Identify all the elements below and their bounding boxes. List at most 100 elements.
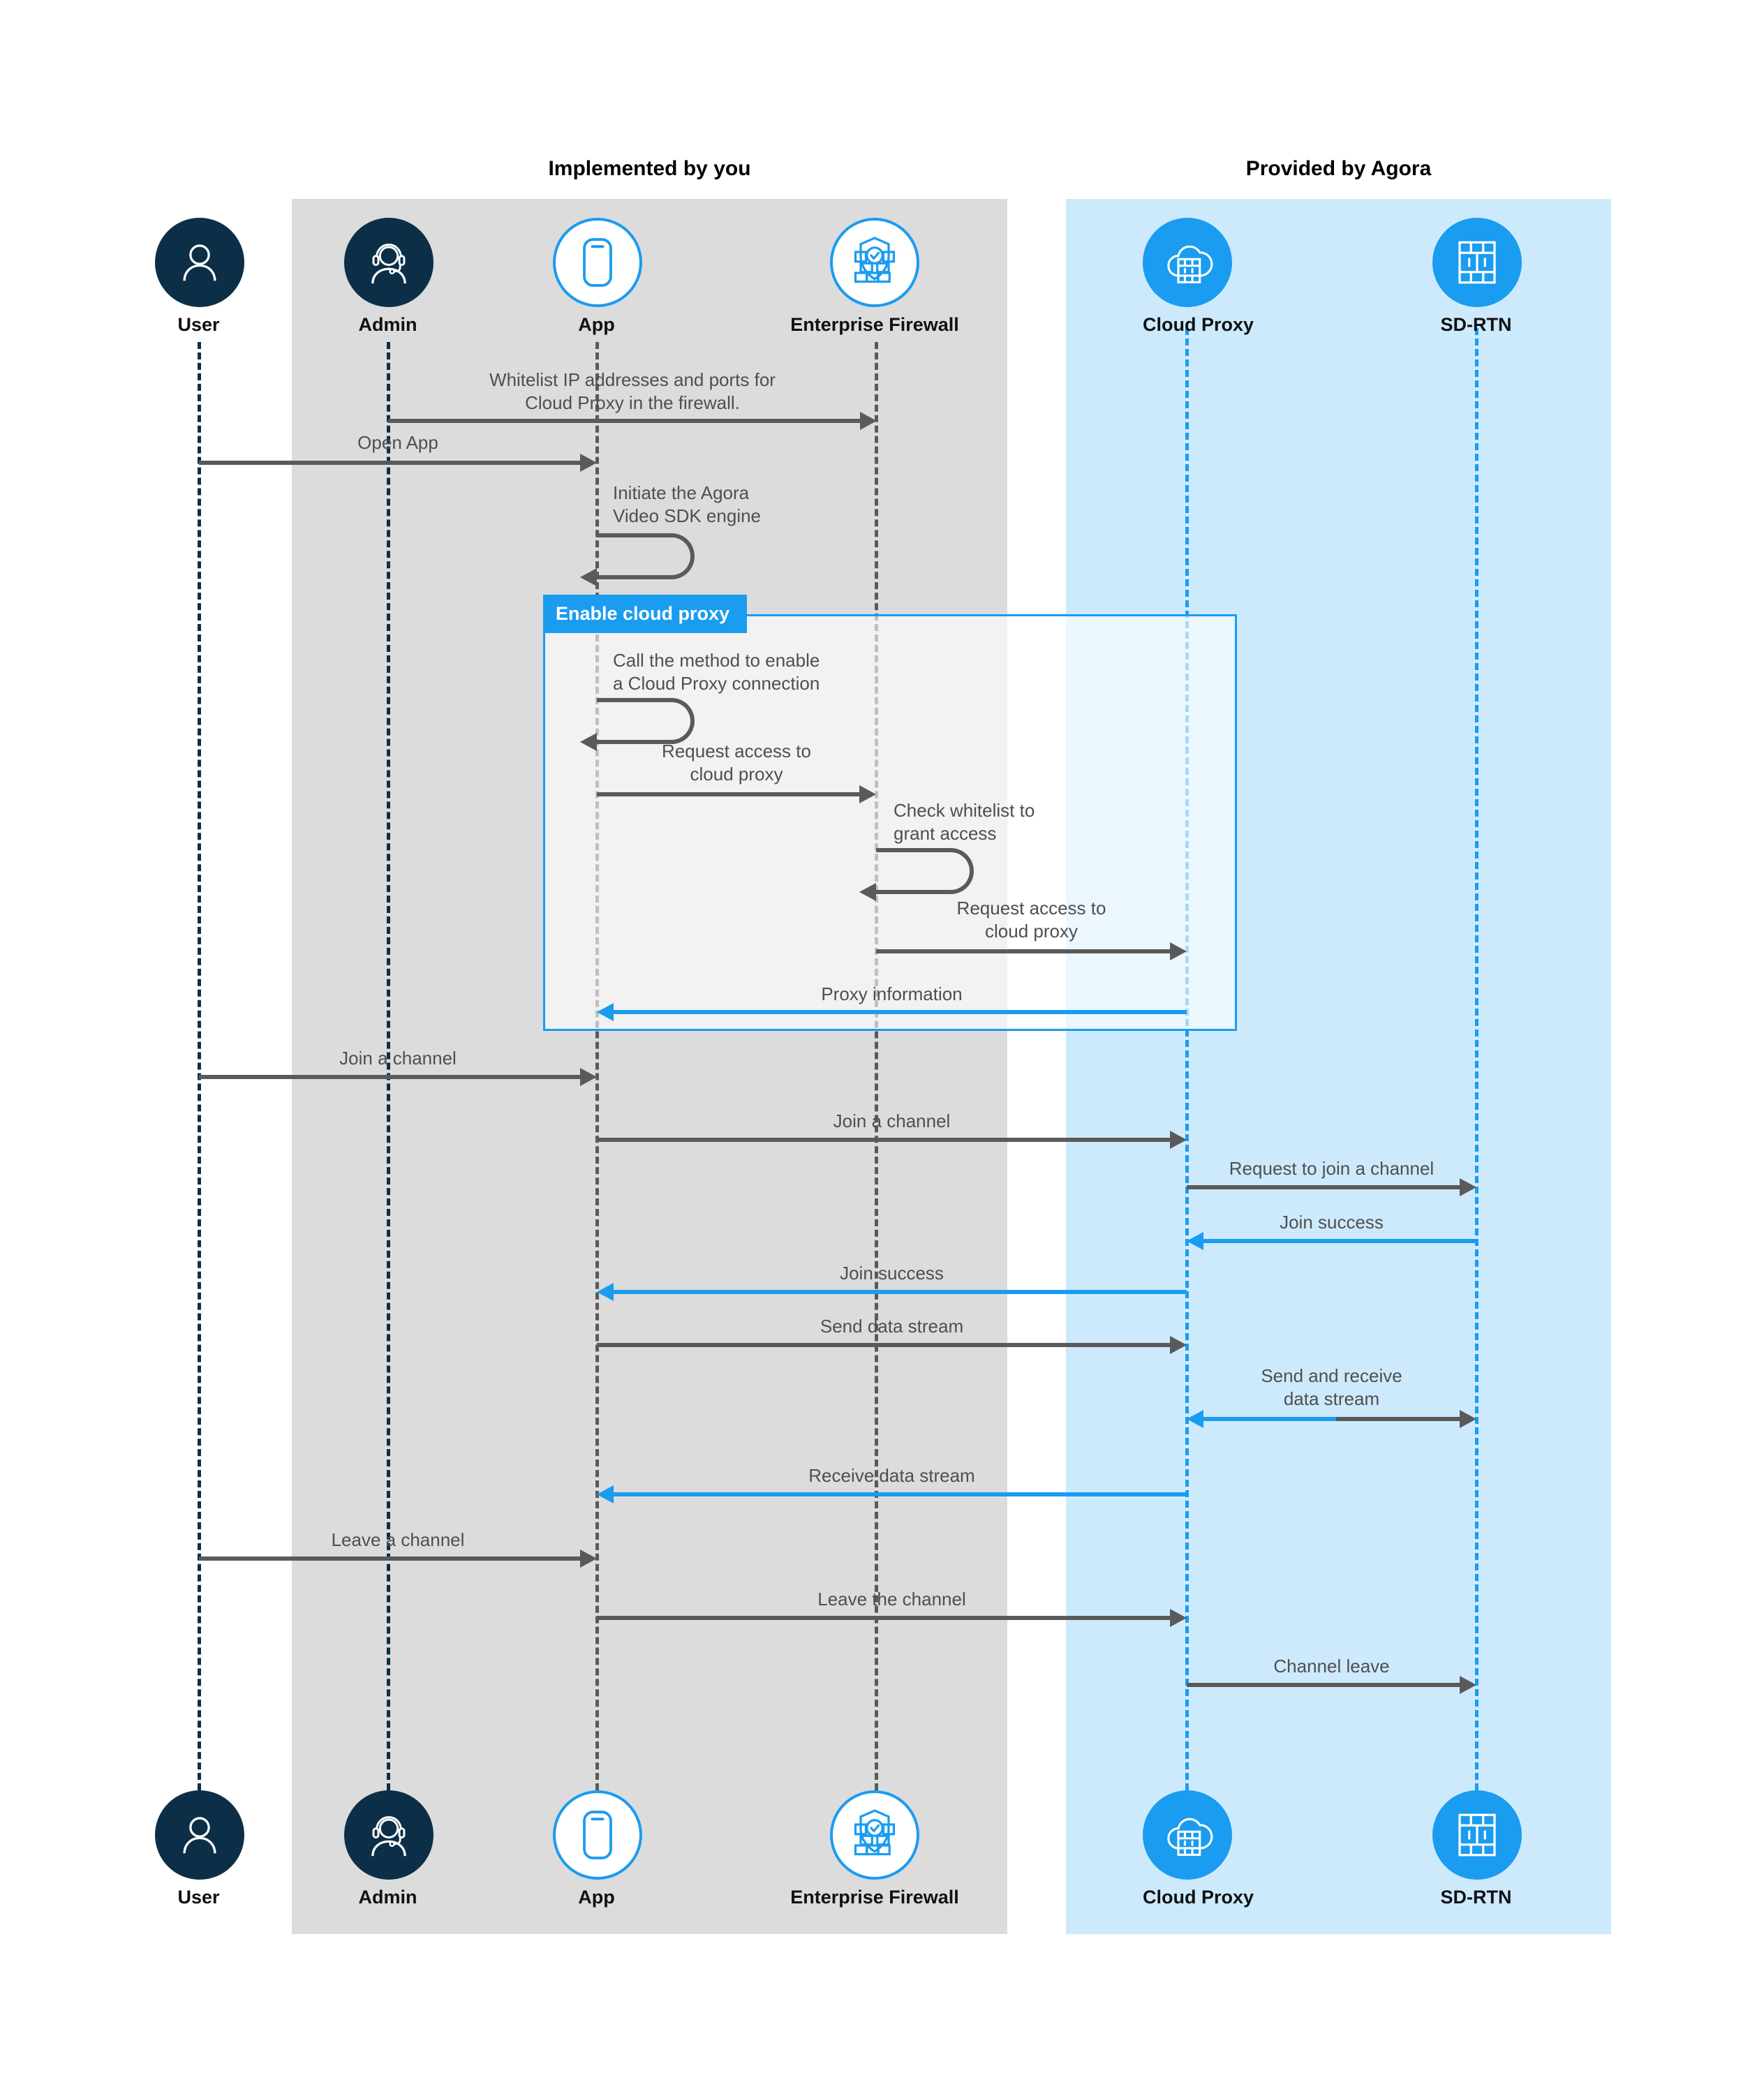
firewall-shield-icon xyxy=(830,218,919,307)
arrowhead-right-icon xyxy=(859,785,876,803)
message-label-m17: Leave a channel xyxy=(331,1529,465,1550)
firewall-shield-icon xyxy=(830,1790,919,1880)
message-label-m18: Leave the channel xyxy=(817,1589,966,1610)
arrowhead-left-icon xyxy=(597,1003,614,1021)
mobile-phone-icon xyxy=(553,218,642,307)
self-line-cap xyxy=(949,848,974,894)
lifeline-firewall xyxy=(875,342,878,1790)
arrowhead-right-icon xyxy=(1170,942,1187,960)
actor-label-admin-bottom: Admin xyxy=(358,1887,417,1908)
arrowhead-right-icon xyxy=(580,1550,597,1568)
message-label-m12: Join success xyxy=(1280,1212,1384,1233)
actor-proxy-top: Cloud Proxy xyxy=(1143,218,1254,336)
message-label-m15: Send and receive data stream xyxy=(1261,1365,1402,1410)
arrowhead-left-icon xyxy=(597,1283,614,1301)
arrowhead-right-icon xyxy=(580,1068,597,1086)
message-line xyxy=(614,1492,1187,1496)
self-line-cap xyxy=(669,533,695,579)
message-line xyxy=(199,1075,580,1079)
admin-headset-icon xyxy=(344,218,433,307)
arrowhead-right-icon xyxy=(1170,1336,1187,1354)
actor-label-app-top: App xyxy=(578,314,615,335)
actor-app-bottom: App xyxy=(553,1790,642,1908)
group-caption-implemented: Implemented by you xyxy=(548,157,751,180)
self-line-top xyxy=(876,848,953,852)
message-label-m9: Join a channel xyxy=(339,1048,457,1069)
message-label-m19: Channel leave xyxy=(1273,1656,1390,1677)
message-line xyxy=(614,1290,1187,1294)
message-line xyxy=(614,1010,1187,1014)
actor-label-sdrtn-bottom: SD-RTN xyxy=(1440,1887,1512,1908)
arrowhead-left-icon xyxy=(1187,1410,1203,1428)
lifeline-proxy xyxy=(1185,328,1189,1790)
message-line xyxy=(597,1138,1170,1142)
actor-proxy-bottom: Cloud Proxy xyxy=(1143,1790,1254,1908)
cloud-server-icon xyxy=(1143,1790,1232,1880)
mobile-phone-icon xyxy=(553,1790,642,1880)
message-label-m6: Check whitelist to grant access xyxy=(894,800,1035,845)
message-line xyxy=(597,1616,1170,1620)
arrowhead-left-icon xyxy=(859,883,876,901)
actor-label-admin-top: Admin xyxy=(358,314,417,335)
message-label-m10: Join a channel xyxy=(833,1110,951,1131)
message-label-m3: Initiate the Agora Video SDK engine xyxy=(613,482,762,527)
self-line-top xyxy=(597,698,674,702)
actor-user-bottom: User xyxy=(155,1790,244,1908)
actor-user-top: User xyxy=(155,218,244,336)
message-line xyxy=(1187,1185,1460,1189)
arrowhead-right-icon xyxy=(1460,1676,1476,1694)
arrowhead-right-icon xyxy=(580,454,597,472)
fragment-label-enable-cloud-proxy: Enable cloud proxy xyxy=(543,595,747,633)
actor-firewall-top: Enterprise Firewall xyxy=(787,218,962,336)
message-m4 xyxy=(580,698,702,751)
message-line xyxy=(199,461,580,465)
server-rack-icon xyxy=(1432,1790,1522,1880)
arrowhead-right-icon xyxy=(860,412,877,430)
arrowhead-right-icon xyxy=(1170,1131,1187,1149)
actor-app-top: App xyxy=(553,218,642,336)
arrowhead-right-icon xyxy=(1460,1178,1476,1196)
message-label-m11: Request to join a channel xyxy=(1229,1158,1435,1179)
message-label-m8: Proxy information xyxy=(821,983,963,1004)
arrowhead-left-icon xyxy=(1187,1232,1203,1250)
actor-label-user-bottom: User xyxy=(177,1887,220,1908)
user-icon xyxy=(155,218,244,307)
arrowhead-left-icon xyxy=(580,733,597,751)
actor-firewall-bottom: Enterprise Firewall xyxy=(787,1790,962,1908)
actor-label-firewall-top: Enterprise Firewall xyxy=(790,314,959,335)
actor-label-user-top: User xyxy=(177,314,220,335)
self-line-cap xyxy=(669,698,695,744)
self-line-bottom xyxy=(876,890,953,894)
self-line-top xyxy=(597,533,674,537)
arrowhead-left-icon xyxy=(597,1485,614,1503)
message-line xyxy=(1187,1683,1460,1687)
arrowhead-right-icon xyxy=(1170,1609,1187,1627)
server-rack-icon xyxy=(1432,218,1522,307)
message-line-right xyxy=(1336,1417,1460,1421)
message-line-left xyxy=(1203,1417,1336,1421)
group-caption-provided: Provided by Agora xyxy=(1245,157,1432,180)
message-line xyxy=(597,1343,1170,1347)
actor-sdrtn-top: SD-RTN xyxy=(1432,218,1522,336)
lifeline-sdrtn xyxy=(1475,328,1478,1790)
message-line xyxy=(388,419,860,423)
actor-label-firewall-bottom: Enterprise Firewall xyxy=(790,1887,959,1908)
message-line xyxy=(1203,1239,1476,1243)
actor-label-proxy-bottom: Cloud Proxy xyxy=(1143,1887,1254,1908)
actor-admin-top: Admin xyxy=(344,218,433,336)
arrowhead-left-icon xyxy=(580,568,597,586)
message-label-m2: Open App xyxy=(357,432,438,453)
sequence-diagram: Implemented by you Provided by Agora Use… xyxy=(0,0,1764,2073)
actor-admin-bottom: Admin xyxy=(344,1790,433,1908)
message-m3 xyxy=(580,533,702,586)
message-line xyxy=(597,792,859,796)
message-label-m1: Whitelist IP addresses and ports for Clo… xyxy=(489,369,776,414)
message-label-m13: Join success xyxy=(840,1263,944,1284)
actor-label-proxy-top: Cloud Proxy xyxy=(1143,314,1254,335)
message-label-m14: Send data stream xyxy=(820,1316,964,1337)
actor-label-sdrtn-top: SD-RTN xyxy=(1440,314,1512,335)
cloud-server-icon xyxy=(1143,218,1232,307)
actor-sdrtn-bottom: SD-RTN xyxy=(1432,1790,1522,1908)
message-label-m5: Request access to cloud proxy xyxy=(662,741,811,785)
arrowhead-right-icon xyxy=(1460,1410,1476,1428)
